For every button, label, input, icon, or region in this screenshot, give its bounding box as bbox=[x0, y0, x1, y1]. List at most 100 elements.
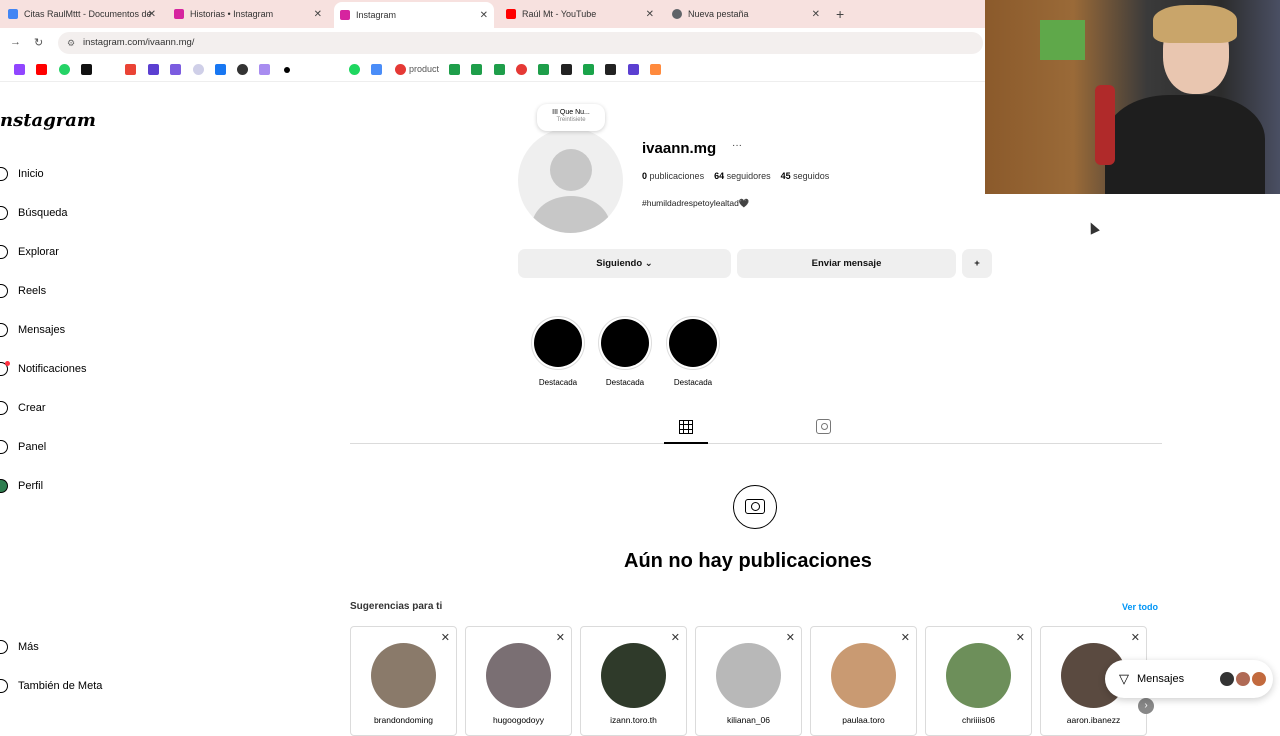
avatar[interactable] bbox=[716, 643, 781, 708]
see-all-link[interactable]: Ver todo bbox=[1122, 602, 1158, 612]
bookmark-icon[interactable] bbox=[148, 64, 159, 75]
highlight-item[interactable]: Destacada bbox=[598, 316, 652, 387]
gmail-icon[interactable] bbox=[125, 64, 136, 75]
close-icon[interactable]: ✕ bbox=[1016, 631, 1025, 644]
sidebar-item-crear[interactable]: Crear bbox=[0, 401, 46, 415]
sidebar-item-notificaciones[interactable]: Notificaciones bbox=[0, 362, 86, 376]
tiktok-icon[interactable] bbox=[81, 64, 92, 75]
play-icon[interactable] bbox=[371, 64, 382, 75]
sidebar-item-label: También de Meta bbox=[18, 680, 103, 692]
sidebar-item-panel[interactable]: Panel bbox=[0, 440, 46, 454]
meta-icon bbox=[0, 679, 8, 693]
sheets-icon[interactable] bbox=[538, 64, 549, 75]
posts-label: publicaciones bbox=[649, 171, 705, 181]
sheets-icon[interactable] bbox=[494, 64, 505, 75]
bookmark-icon[interactable] bbox=[170, 64, 181, 75]
reload-icon[interactable]: ↻ bbox=[34, 36, 43, 49]
avatar[interactable] bbox=[371, 643, 436, 708]
messages-pill[interactable]: ▽ Mensajes bbox=[1105, 660, 1273, 698]
sheets-icon[interactable] bbox=[471, 64, 482, 75]
add-person-icon[interactable]: + bbox=[962, 249, 992, 278]
chat-icon[interactable] bbox=[237, 64, 248, 75]
url-input[interactable]: ⚙ instagram.com/ivaann.mg/ bbox=[58, 32, 983, 54]
followers-stat[interactable]: 64 seguidores bbox=[714, 171, 771, 181]
whatsapp-icon[interactable] bbox=[59, 64, 70, 75]
sidebar-item-busqueda[interactable]: Búsqueda bbox=[0, 206, 68, 220]
sidebar-item-mas[interactable]: Más bbox=[0, 640, 39, 654]
close-icon[interactable]: ✕ bbox=[148, 9, 156, 20]
following-button[interactable]: Siguiendo ⌄ bbox=[518, 249, 731, 278]
url-text: instagram.com/ivaann.mg/ bbox=[83, 37, 195, 48]
youtube-icon bbox=[506, 9, 516, 19]
close-icon[interactable]: ✕ bbox=[646, 9, 654, 20]
bookmark-icon[interactable] bbox=[516, 64, 527, 75]
suggestion-username[interactable]: hugoogodoyy bbox=[466, 715, 571, 725]
suggestion-username[interactable]: paulaa.toro bbox=[811, 715, 916, 725]
tagged-icon[interactable] bbox=[816, 419, 831, 434]
avatar[interactable] bbox=[486, 643, 551, 708]
close-icon[interactable]: ✕ bbox=[441, 631, 450, 644]
bookmark-icon[interactable] bbox=[561, 64, 572, 75]
close-icon[interactable]: ✕ bbox=[901, 631, 910, 644]
twitch-icon[interactable] bbox=[14, 64, 25, 75]
browser-tab[interactable]: Nueva pestaña ✕ bbox=[666, 3, 826, 25]
sidebar-item-explorar[interactable]: Explorar bbox=[0, 245, 59, 259]
close-icon[interactable]: ✕ bbox=[1131, 631, 1140, 644]
send-message-button[interactable]: Enviar mensaje bbox=[737, 249, 956, 278]
next-arrow-icon[interactable]: › bbox=[1138, 698, 1154, 714]
suggestion-username[interactable]: kilianan_06 bbox=[696, 715, 801, 725]
profile-avatar[interactable] bbox=[518, 128, 623, 233]
suggestion-username[interactable]: izann.toro.th bbox=[581, 715, 686, 725]
avatar[interactable] bbox=[946, 643, 1011, 708]
browser-tab[interactable]: Citas RaulMttt - Documentos de ✕ bbox=[2, 3, 162, 25]
suggestion-username[interactable]: chriiiis06 bbox=[926, 715, 1031, 725]
followers-label: seguidores bbox=[726, 171, 771, 181]
posts-stat: 0 publicaciones bbox=[642, 171, 704, 181]
forward-icon[interactable]: → bbox=[10, 36, 21, 48]
avatar bbox=[1235, 671, 1251, 687]
avatar[interactable] bbox=[601, 643, 666, 708]
bookmark-icon[interactable] bbox=[395, 64, 406, 75]
bookmark-product[interactable]: product bbox=[409, 64, 439, 74]
more-options-icon[interactable]: ··· bbox=[732, 140, 742, 151]
sidebar-item-perfil[interactable]: Perfil bbox=[0, 479, 43, 493]
kick-icon[interactable] bbox=[583, 64, 594, 75]
sheets-icon[interactable] bbox=[449, 64, 460, 75]
highlight-item[interactable]: Destacada bbox=[531, 316, 585, 387]
paypal-icon[interactable] bbox=[215, 64, 226, 75]
bookmark-icon[interactable] bbox=[628, 64, 639, 75]
browser-tab-active[interactable]: Instagram ✕ bbox=[334, 2, 494, 28]
close-icon[interactable]: ✕ bbox=[480, 10, 488, 21]
spotify-icon[interactable] bbox=[349, 64, 360, 75]
close-icon[interactable]: ✕ bbox=[556, 631, 565, 644]
close-icon[interactable]: ✕ bbox=[671, 631, 680, 644]
close-icon[interactable]: ✕ bbox=[314, 9, 322, 20]
suggestion-username[interactable]: aaron.ibanezz bbox=[1041, 715, 1146, 725]
highlight-item[interactable]: Destacada bbox=[666, 316, 720, 387]
dot-icon[interactable] bbox=[284, 67, 290, 73]
sidebar-item-inicio[interactable]: Inicio bbox=[0, 167, 44, 181]
posts-grid-icon[interactable] bbox=[679, 420, 693, 434]
instagram-logo[interactable]: nstagram bbox=[0, 110, 96, 131]
profile-stats: 0 publicaciones 64 seguidores 45 seguido… bbox=[642, 171, 829, 181]
bookmark-icon[interactable] bbox=[605, 64, 616, 75]
youtube-icon[interactable] bbox=[36, 64, 47, 75]
sidebar-item-meta[interactable]: También de Meta bbox=[0, 679, 102, 693]
avatar[interactable] bbox=[831, 643, 896, 708]
sidebar-item-reels[interactable]: Reels bbox=[0, 284, 46, 298]
tabs-divider bbox=[350, 443, 1162, 444]
bookmark-icon[interactable] bbox=[193, 64, 204, 75]
browser-tab[interactable]: Raúl Mt - YouTube ✕ bbox=[500, 3, 660, 25]
close-icon[interactable]: ✕ bbox=[786, 631, 795, 644]
suggestion-username[interactable]: brandondoming bbox=[351, 715, 456, 725]
profile-note-bubble[interactable]: III Que Nu... Treintisiete bbox=[537, 104, 605, 131]
following-stat[interactable]: 45 seguidos bbox=[781, 171, 830, 181]
new-tab-button[interactable]: + bbox=[836, 6, 844, 22]
browser-tab[interactable]: Historias • Instagram ✕ bbox=[168, 3, 328, 25]
site-settings-icon[interactable]: ⚙ bbox=[67, 32, 75, 54]
bookmark-icon[interactable] bbox=[650, 64, 661, 75]
tab-title: Instagram bbox=[356, 10, 397, 20]
close-icon[interactable]: ✕ bbox=[812, 9, 820, 20]
sidebar-item-mensajes[interactable]: Mensajes bbox=[0, 323, 65, 337]
bookmark-icon[interactable] bbox=[259, 64, 270, 75]
